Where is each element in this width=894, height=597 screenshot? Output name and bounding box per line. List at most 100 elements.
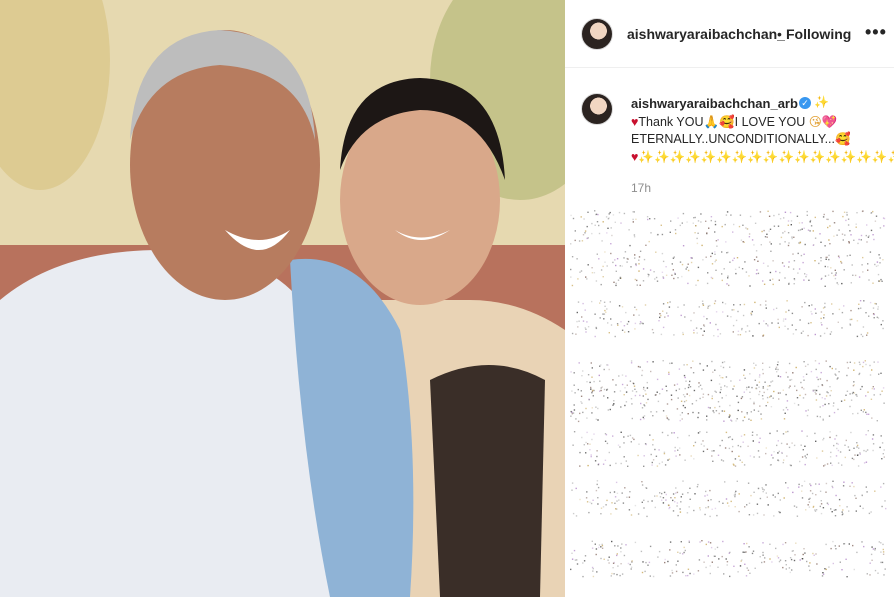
- noise-pixel: [844, 234, 846, 236]
- more-options-icon[interactable]: •••: [865, 22, 887, 43]
- noise-pixel: [605, 504, 607, 506]
- noise-pixel: [723, 410, 726, 412]
- noise-pixel: [825, 543, 827, 546]
- noise-pixel: [863, 462, 866, 464]
- noise-pixel: [867, 263, 869, 265]
- following-button[interactable]: Following: [786, 26, 851, 42]
- noise-pixel: [686, 221, 688, 223]
- noise-pixel: [677, 560, 679, 562]
- caption-avatar[interactable]: [581, 93, 613, 125]
- noise-pixel: [603, 313, 606, 315]
- noise-pixel: [825, 491, 827, 493]
- noise-pixel: [775, 547, 777, 550]
- noise-pixel: [738, 455, 740, 457]
- noise-pixel: [703, 325, 706, 327]
- noise-pixel: [624, 487, 626, 489]
- noise-pixel: [693, 329, 695, 331]
- noise-pixel: [773, 225, 776, 227]
- noise-pixel: [846, 374, 848, 377]
- post-image[interactable]: [0, 0, 565, 597]
- noise-pixel: [851, 482, 853, 484]
- noise-pixel: [571, 256, 574, 258]
- header-separator: •: [777, 26, 782, 42]
- noise-pixel: [810, 370, 813, 373]
- noise-pixel: [866, 449, 869, 451]
- noise-pixel: [591, 367, 593, 369]
- noise-pixel: [801, 497, 804, 499]
- noise-pixel: [818, 362, 820, 365]
- noise-pixel: [610, 227, 612, 229]
- noise-pixel: [832, 562, 834, 565]
- noise-pixel: [699, 363, 701, 365]
- noise-pixel: [633, 438, 635, 441]
- noise-pixel: [815, 553, 817, 555]
- noise-pixel: [625, 460, 627, 462]
- noise-pixel: [571, 552, 573, 554]
- noise-pixel: [599, 380, 601, 382]
- noise-pixel: [749, 373, 751, 375]
- noise-pixel: [587, 326, 590, 328]
- noise-pixel: [631, 437, 634, 439]
- noise-pixel: [868, 235, 870, 237]
- post-timestamp[interactable]: 17h: [631, 181, 651, 195]
- noise-pixel: [660, 314, 662, 317]
- noise-pixel: [825, 395, 828, 397]
- noise-pixel: [726, 561, 729, 563]
- noise-pixel: [675, 232, 677, 235]
- noise-pixel: [841, 569, 843, 571]
- noise-pixel: [818, 483, 820, 485]
- header-avatar[interactable]: [581, 18, 613, 50]
- noise-pixel: [883, 449, 885, 451]
- noise-pixel: [865, 312, 867, 314]
- noise-pixel: [706, 448, 709, 450]
- noise-pixel: [859, 388, 862, 390]
- noise-pixel: [730, 500, 732, 503]
- noise-pixel: [859, 452, 861, 454]
- noise-pixel: [875, 215, 878, 217]
- noise-pixel: [572, 444, 574, 446]
- noise-pixel: [591, 272, 594, 274]
- noise-pixel: [714, 260, 716, 263]
- noise-pixel: [659, 316, 661, 319]
- noise-pixel: [722, 311, 724, 313]
- noise-pixel: [715, 269, 717, 271]
- noise-pixel: [731, 450, 733, 453]
- noise-pixel: [699, 541, 701, 543]
- noise-pixel: [600, 364, 602, 366]
- noise-pixel: [706, 282, 709, 285]
- noise-pixel: [633, 236, 636, 238]
- noise-pixel: [784, 325, 786, 327]
- noise-pixel: [673, 384, 676, 386]
- noise-pixel: [804, 393, 807, 396]
- noise-pixel: [788, 282, 790, 284]
- noise-pixel: [819, 416, 821, 418]
- noise-pixel: [880, 561, 882, 564]
- noise-pixel: [612, 379, 614, 381]
- noise-pixel: [849, 230, 851, 232]
- noise-pixel: [725, 558, 727, 560]
- noise-pixel: [799, 319, 801, 321]
- noise-pixel: [863, 409, 865, 411]
- noise-pixel: [707, 272, 709, 274]
- noise-pixel: [664, 464, 667, 466]
- noise-pixel: [598, 463, 600, 465]
- noise-pixel: [737, 310, 739, 313]
- noise-pixel: [737, 334, 739, 336]
- header-username[interactable]: aishwaryaraibachchan_: [627, 26, 785, 42]
- noise-pixel: [642, 561, 644, 563]
- noise-pixel: [779, 499, 781, 501]
- noise-pixel: [783, 459, 785, 461]
- noise-pixel: [878, 541, 880, 543]
- noise-pixel: [713, 450, 715, 452]
- noise-pixel: [674, 450, 676, 452]
- caption-username[interactable]: aishwaryaraibachchan_arb: [631, 96, 798, 111]
- noise-pixel: [739, 379, 741, 381]
- noise-pixel: [697, 483, 699, 486]
- noise-pixel: [606, 499, 608, 502]
- noise-pixel: [614, 496, 617, 498]
- noise-pixel: [681, 412, 683, 414]
- noise-pixel: [615, 282, 617, 285]
- noise-pixel: [571, 482, 574, 484]
- noise-pixel: [816, 376, 818, 379]
- noise-pixel: [602, 276, 604, 278]
